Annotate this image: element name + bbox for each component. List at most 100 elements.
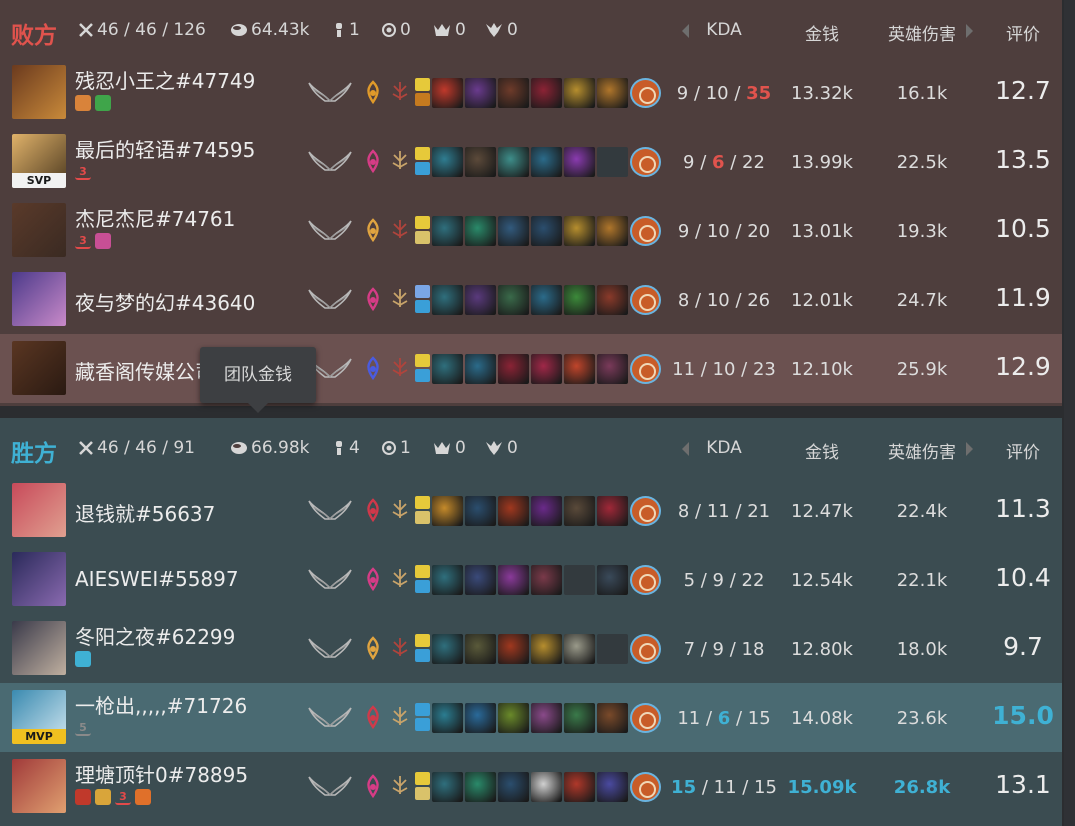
summoner-spell-icon[interactable] bbox=[415, 147, 430, 160]
item-icon[interactable] bbox=[498, 772, 529, 802]
summoner-spell-icon[interactable] bbox=[415, 231, 430, 244]
trinket-icon[interactable] bbox=[630, 496, 661, 526]
item-icon[interactable] bbox=[564, 634, 595, 664]
summoner-spell-icon[interactable] bbox=[415, 703, 430, 716]
champion-avatar[interactable] bbox=[12, 65, 66, 119]
item-icon[interactable] bbox=[597, 78, 628, 108]
champion-avatar[interactable]: MVP bbox=[12, 690, 66, 744]
player-name[interactable]: 冬阳之夜#62299 bbox=[75, 621, 235, 650]
summoner-spell-icon[interactable] bbox=[415, 216, 430, 229]
item-icon[interactable] bbox=[531, 703, 562, 733]
player-row[interactable]: 残忍小王之#47749 9 / 10 / 35 13.32k 16.1k 12.7 bbox=[0, 58, 1062, 127]
item-icon[interactable] bbox=[564, 703, 595, 733]
summoner-spell-icon[interactable] bbox=[415, 369, 430, 382]
item-icon[interactable] bbox=[432, 216, 463, 246]
champion-avatar[interactable] bbox=[12, 759, 66, 813]
player-row[interactable]: 藏香阁传媒公司#83367 11 / 10 / 23 12.10k 25.9k 12.9 bbox=[0, 334, 1062, 403]
item-icon[interactable] bbox=[597, 285, 628, 315]
item-icon[interactable] bbox=[531, 216, 562, 246]
item-icon[interactable] bbox=[597, 703, 628, 733]
item-icon[interactable] bbox=[564, 147, 595, 177]
champion-avatar[interactable] bbox=[12, 621, 66, 675]
item-icon[interactable] bbox=[498, 216, 529, 246]
item-icon[interactable] bbox=[498, 703, 529, 733]
summoner-spell-icon[interactable] bbox=[415, 787, 430, 800]
trinket-icon[interactable] bbox=[630, 703, 661, 733]
trinket-icon[interactable] bbox=[630, 78, 661, 108]
summoner-spell-icon[interactable] bbox=[415, 78, 430, 91]
summoner-spell-icon[interactable] bbox=[415, 300, 430, 313]
item-icon[interactable] bbox=[597, 354, 628, 384]
summoner-spell-icon[interactable] bbox=[415, 772, 430, 785]
item-icon[interactable] bbox=[531, 634, 562, 664]
player-row[interactable]: 理塘顶针0#78895 3 15 / 11 / 15 15.09k 26.8k 13.1 bbox=[0, 752, 1062, 821]
summoner-spell-icon[interactable] bbox=[415, 649, 430, 662]
item-icon[interactable] bbox=[531, 354, 562, 384]
kda-column-header[interactable]: KDA bbox=[668, 20, 780, 40]
item-icon[interactable] bbox=[597, 216, 628, 246]
item-icon[interactable] bbox=[465, 354, 496, 384]
player-name[interactable]: 一枪出,,,,,#71726 bbox=[75, 690, 247, 719]
stat-gold[interactable]: 66.98k bbox=[230, 438, 310, 458]
item-icon[interactable] bbox=[597, 565, 628, 595]
item-icon[interactable] bbox=[531, 496, 562, 526]
item-icon[interactable] bbox=[531, 285, 562, 315]
item-icon[interactable] bbox=[531, 78, 562, 108]
item-icon[interactable] bbox=[531, 147, 562, 177]
gold-column-header[interactable]: 金钱 bbox=[780, 438, 864, 463]
item-icon[interactable] bbox=[465, 285, 496, 315]
item-icon[interactable] bbox=[432, 285, 463, 315]
item-icon[interactable] bbox=[498, 285, 529, 315]
item-icon[interactable] bbox=[498, 78, 529, 108]
item-icon[interactable] bbox=[432, 565, 463, 595]
score-column-header[interactable]: 评价 bbox=[988, 20, 1058, 45]
item-icon[interactable] bbox=[465, 703, 496, 733]
player-row[interactable]: AIESWEI#55897 5 / 9 / 22 12.54k 22.1k 10.4 bbox=[0, 545, 1062, 614]
champion-avatar[interactable] bbox=[12, 341, 66, 395]
item-icon[interactable] bbox=[498, 634, 529, 664]
trinket-icon[interactable] bbox=[630, 634, 661, 664]
item-icon[interactable] bbox=[564, 496, 595, 526]
item-icon[interactable] bbox=[432, 147, 463, 177]
player-row[interactable]: MVP 一枪出,,,,,#71726 5 11 / 6 / 15 14.08k 23.6k… bbox=[0, 683, 1062, 752]
item-icon[interactable] bbox=[432, 703, 463, 733]
summoner-spell-icon[interactable] bbox=[415, 162, 430, 175]
champion-avatar[interactable] bbox=[12, 203, 66, 257]
item-icon[interactable] bbox=[498, 565, 529, 595]
sort-next-icon[interactable] bbox=[966, 24, 973, 38]
item-icon[interactable] bbox=[597, 496, 628, 526]
scrollbar[interactable] bbox=[1064, 0, 1075, 826]
player-name[interactable]: 最后的轻语#74595 bbox=[75, 134, 255, 163]
item-icon[interactable] bbox=[564, 285, 595, 315]
summoner-spell-icon[interactable] bbox=[415, 93, 430, 106]
gold-column-header[interactable]: 金钱 bbox=[780, 20, 864, 45]
summoner-spell-icon[interactable] bbox=[415, 511, 430, 524]
player-name[interactable]: 残忍小王之#47749 bbox=[75, 65, 255, 94]
player-name[interactable]: 退钱就#56637 bbox=[75, 498, 215, 527]
item-icon[interactable] bbox=[465, 216, 496, 246]
player-name[interactable]: 杰尼杰尼#74761 bbox=[75, 203, 235, 232]
item-icon[interactable] bbox=[432, 496, 463, 526]
player-name[interactable]: 夜与梦的幻#43640 bbox=[75, 287, 255, 316]
item-icon[interactable] bbox=[432, 78, 463, 108]
player-row[interactable]: SVP 最后的轻语#74595 3 9 / 6 / 22 13.99k 22.5k 13.5 bbox=[0, 127, 1062, 196]
sort-next-icon[interactable] bbox=[966, 442, 973, 456]
player-name[interactable]: 理塘顶针0#78895 bbox=[75, 759, 248, 788]
summoner-spell-icon[interactable] bbox=[415, 285, 430, 298]
item-icon[interactable] bbox=[498, 354, 529, 384]
item-icon[interactable] bbox=[432, 772, 463, 802]
item-icon[interactable] bbox=[564, 78, 595, 108]
trinket-icon[interactable] bbox=[630, 147, 661, 177]
summoner-spell-icon[interactable] bbox=[415, 634, 430, 647]
trinket-icon[interactable] bbox=[630, 772, 661, 802]
summoner-spell-icon[interactable] bbox=[415, 565, 430, 578]
player-row[interactable]: 退钱就#56637 8 / 11 / 21 12.47k 22.4k 11.3 bbox=[0, 476, 1062, 545]
stat-gold[interactable]: 64.43k bbox=[230, 20, 310, 40]
trinket-icon[interactable] bbox=[630, 285, 661, 315]
item-icon[interactable] bbox=[465, 634, 496, 664]
item-icon[interactable] bbox=[564, 772, 595, 802]
summoner-spell-icon[interactable] bbox=[415, 354, 430, 367]
player-name[interactable]: AIESWEI#55897 bbox=[75, 567, 239, 591]
item-icon[interactable] bbox=[465, 78, 496, 108]
champion-avatar[interactable]: SVP bbox=[12, 134, 66, 188]
